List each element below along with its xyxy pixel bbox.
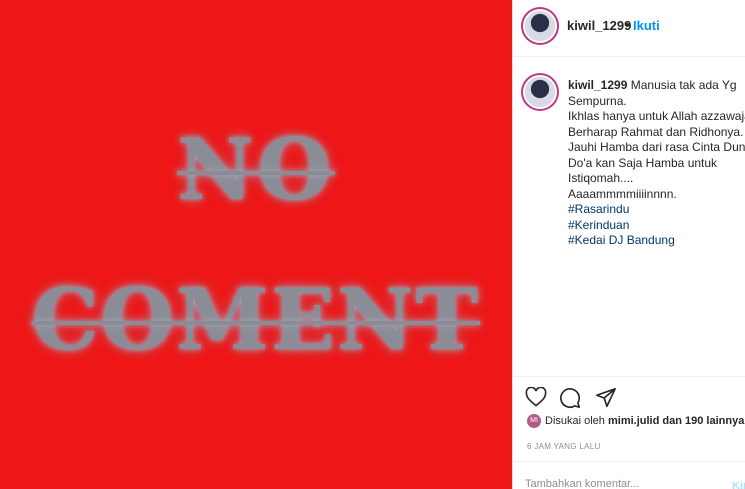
- caption-username[interactable]: kiwil_1299: [568, 78, 627, 92]
- hashtag-link[interactable]: #Kerinduan: [568, 218, 745, 234]
- caption-line: Do'a kan Saja Hamba untuk: [568, 155, 718, 170]
- liker-avatar[interactable]: MI: [527, 414, 541, 428]
- caption-text: kiwil_1299 Manusia tak ada Yg Sempurna. …: [568, 78, 745, 249]
- hashtag-link[interactable]: #Rasarindu: [568, 202, 745, 218]
- post-comment-button[interactable]: Kirim: [732, 480, 745, 489]
- caption-line: Jauhi Hamba dari rasa Cinta Dunia: [568, 140, 745, 154]
- caption-line: Istiqomah....: [568, 171, 634, 185]
- caption-line: Sempurna.: [568, 93, 627, 108]
- image-text-no: NO: [177, 120, 335, 219]
- heart-icon[interactable]: [525, 386, 547, 412]
- post-side-panel: kiwil_1299 • Ikuti kiwil_1299 Manusia ta…: [512, 0, 745, 489]
- post-image[interactable]: NO COMENT: [0, 0, 512, 489]
- comment-input[interactable]: [525, 478, 705, 489]
- likes-others[interactable]: dan 190 lainnya: [662, 415, 744, 427]
- caption-line: kiwil_1299 Manusia tak ada Yg: [568, 78, 737, 92]
- separator-dot: •: [625, 17, 630, 32]
- post-timestamp[interactable]: 6 JAM YANG LALU: [527, 442, 601, 451]
- post-header: kiwil_1299 • Ikuti: [513, 0, 745, 57]
- header-username[interactable]: kiwil_1299: [567, 18, 631, 33]
- follow-button[interactable]: Ikuti: [633, 18, 660, 33]
- image-text-coment: COMENT: [31, 270, 481, 369]
- share-icon[interactable]: [595, 387, 617, 414]
- liker-username[interactable]: mimi.julid: [608, 415, 659, 427]
- caption-line: Ikhlas hanya untuk Allah azzawajal: [568, 109, 745, 123]
- caption-avatar[interactable]: [525, 77, 555, 107]
- hashtag-link[interactable]: #Kedai DJ Bandung: [568, 233, 745, 249]
- caption-line: Berharap Rahmat dan Ridhonya.: [568, 124, 744, 139]
- likes-summary: MI Disukai oleh mimi.julid dan 190 lainny…: [527, 414, 744, 428]
- comment-icon[interactable]: [559, 387, 581, 414]
- avatar[interactable]: [525, 11, 555, 41]
- comment-box: Kirim: [513, 461, 745, 489]
- caption-line: Aaaammmmiiiinnnn.: [568, 186, 677, 201]
